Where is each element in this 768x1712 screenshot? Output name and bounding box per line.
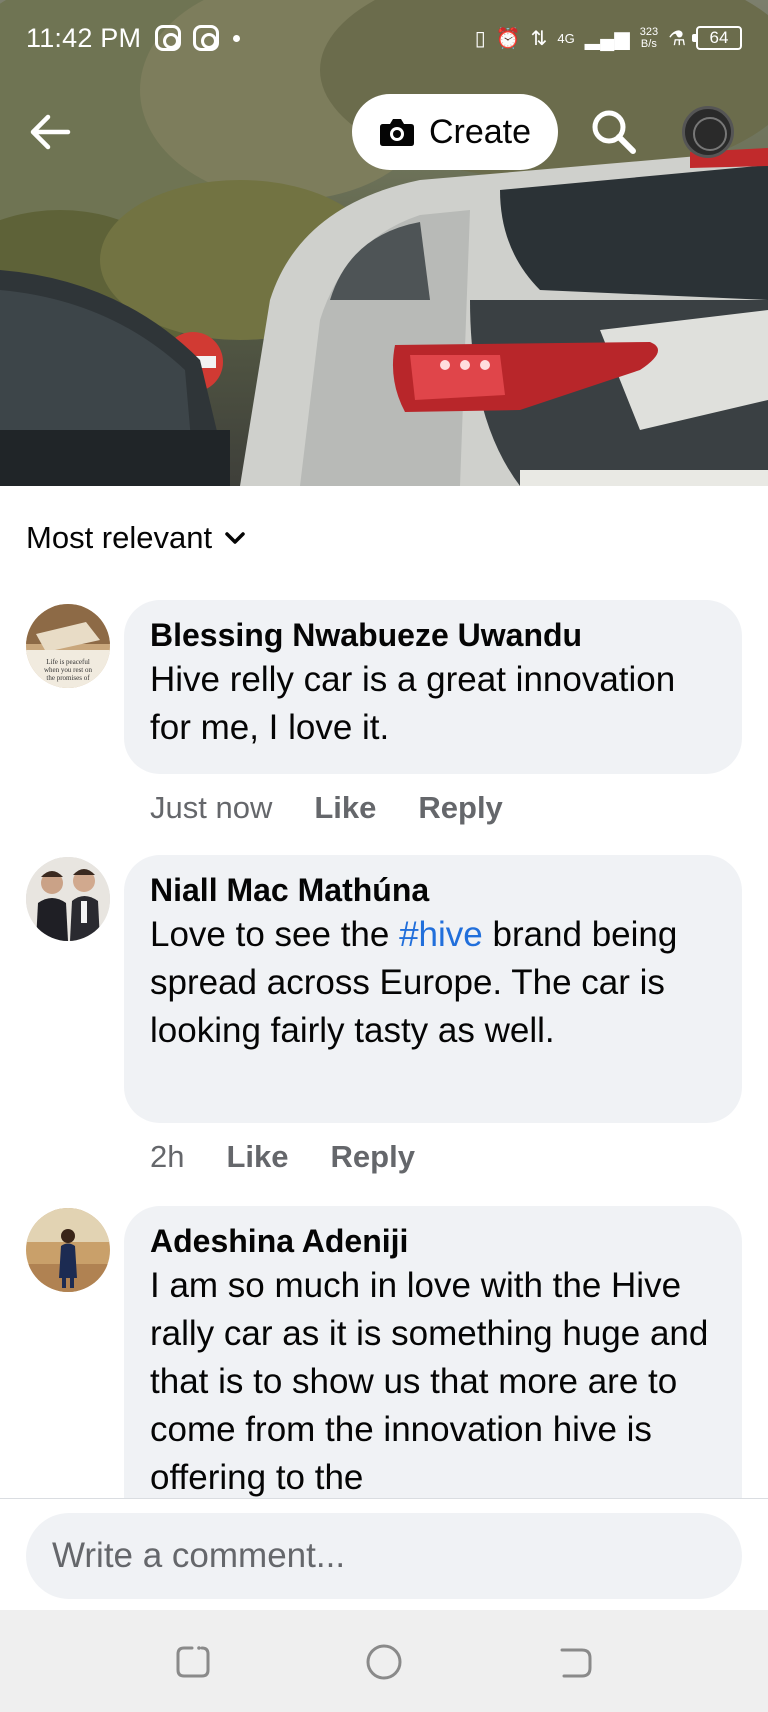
system-navigation-bar xyxy=(0,1610,768,1712)
avatar[interactable] xyxy=(26,857,110,941)
like-button[interactable]: Like xyxy=(314,790,376,826)
comment-time[interactable]: Just now xyxy=(150,790,272,826)
comment-input[interactable]: Write a comment... xyxy=(26,1513,742,1599)
signal-icon: ▂▄▆ xyxy=(584,27,630,50)
avatar[interactable]: Life is peaceful when you rest on the pr… xyxy=(26,604,110,688)
sort-label: Most relevant xyxy=(26,520,213,555)
home-icon xyxy=(366,1644,402,1680)
network-type: 4G xyxy=(557,30,575,46)
back-button[interactable] xyxy=(26,108,74,156)
comment-author[interactable]: Blessing Nwabueze Uwandu xyxy=(150,614,716,656)
comment-text: I am so much in love with the Hive rally… xyxy=(150,1266,709,1497)
status-bar: 11:42 PM ▯ ⏰ ⇅ 4G ▂▄▆ 323 B/s ⚗ 64 xyxy=(0,0,768,76)
comment-author[interactable]: Adeshina Adeniji xyxy=(150,1220,716,1262)
status-time: 11:42 PM xyxy=(26,22,142,53)
reply-button[interactable]: Reply xyxy=(331,1139,415,1175)
comment-composer: Write a comment... xyxy=(0,1498,768,1610)
recent-apps-button[interactable] xyxy=(168,1636,218,1686)
avatar-caption: Life is peaceful xyxy=(46,658,90,666)
comment-bubble[interactable]: Blessing Nwabueze Uwandu Hive relly car … xyxy=(124,600,742,774)
recents-icon xyxy=(176,1646,210,1678)
comment-bubble[interactable]: Niall Mac Mathúna Love to see the #hive … xyxy=(124,855,742,1123)
svg-text:the promises of: the promises of xyxy=(46,674,90,682)
comment-text: Love to see the #hive brand being spread… xyxy=(150,915,678,1050)
chevron-down-icon xyxy=(225,532,245,544)
post-image[interactable]: 11:42 PM ▯ ⏰ ⇅ 4G ▂▄▆ 323 B/s ⚗ 64 Creat… xyxy=(0,0,768,486)
back-arrow-icon xyxy=(30,114,71,150)
create-button[interactable]: Create xyxy=(352,94,558,170)
comment-actions: 2h Like Reply xyxy=(150,1139,415,1175)
create-label: Create xyxy=(428,112,532,151)
home-button[interactable] xyxy=(359,1636,409,1686)
alarm-icon: ⏰ xyxy=(495,27,521,50)
instagram-icon xyxy=(155,25,182,51)
camera-icon xyxy=(379,119,414,146)
data-transfer-icon: ⇅ xyxy=(530,27,548,50)
flask-icon: ⚗ xyxy=(668,27,686,50)
hashtag-link[interactable]: #hive xyxy=(399,915,483,954)
profile-avatar-button[interactable] xyxy=(682,106,734,158)
comment-bubble[interactable]: Adeshina Adeniji I am so much in love wi… xyxy=(124,1206,742,1506)
svg-text:when you rest on: when you rest on xyxy=(44,666,93,674)
comment-text: Hive relly car is a great innovation for… xyxy=(150,660,676,747)
instagram-icon xyxy=(193,25,220,51)
avatar[interactable] xyxy=(26,1208,110,1292)
back-nav-icon xyxy=(560,1648,592,1678)
back-nav-button[interactable] xyxy=(550,1636,600,1686)
notification-dot-icon xyxy=(233,34,241,42)
reply-button[interactable]: Reply xyxy=(418,790,502,826)
search-icon xyxy=(592,110,636,154)
battery-indicator: 64 xyxy=(692,26,742,50)
comment-author[interactable]: Niall Mac Mathúna xyxy=(150,869,716,911)
comment-time[interactable]: 2h xyxy=(150,1139,184,1175)
search-button[interactable] xyxy=(588,106,640,158)
sort-dropdown[interactable]: Most relevant xyxy=(26,520,246,556)
network-speed: 323 B/s xyxy=(639,26,659,50)
like-button[interactable]: Like xyxy=(226,1139,288,1175)
comment-actions: Just now Like Reply xyxy=(150,790,503,826)
vibrate-icon: ▯ xyxy=(474,27,486,50)
